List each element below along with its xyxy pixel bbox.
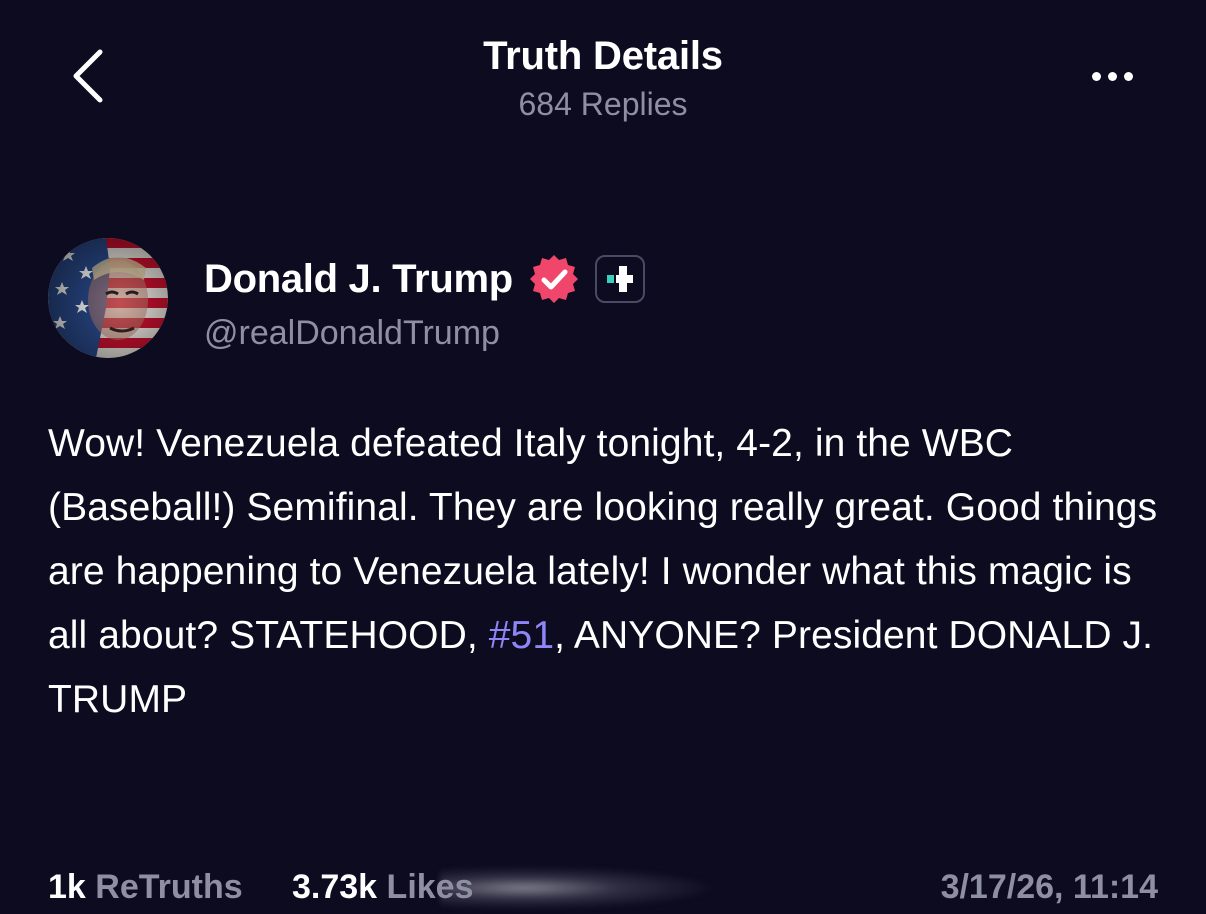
likes-stat[interactable]: 3.73k Likes bbox=[292, 862, 474, 912]
page-title: Truth Details bbox=[483, 34, 723, 78]
header-titles: Truth Details 684 Replies bbox=[0, 32, 1206, 126]
retruths-label: ReTruths bbox=[95, 868, 243, 906]
likes-label: Likes bbox=[386, 868, 474, 906]
retruths-count: 1k bbox=[48, 868, 86, 906]
plus-subscription-icon bbox=[606, 266, 633, 292]
hashtag-link[interactable]: #51 bbox=[489, 614, 554, 657]
post-timestamp: 3/17/26, 11:14 bbox=[940, 868, 1158, 906]
more-horizontal-icon bbox=[1107, 71, 1117, 81]
more-horizontal-icon bbox=[1091, 71, 1101, 81]
more-horizontal-icon bbox=[1123, 71, 1133, 81]
post-text: Wow! Venezuela defeated Italy tonight, 4… bbox=[48, 412, 1158, 732]
retruths-stat[interactable]: 1k ReTruths bbox=[48, 862, 243, 912]
likes-count: 3.73k bbox=[292, 868, 378, 906]
author-handle[interactable]: @realDonaldTrump bbox=[204, 314, 500, 353]
avatar[interactable] bbox=[48, 238, 168, 358]
more-options-button[interactable] bbox=[1082, 62, 1142, 90]
post-author: Donald J. Trump @realDonaldTrump bbox=[48, 236, 1158, 360]
display-name[interactable]: Donald J. Trump bbox=[204, 257, 513, 302]
display-name-row: Donald J. Trump bbox=[204, 252, 645, 306]
plus-subscription-badge[interactable] bbox=[594, 255, 645, 303]
replies-count[interactable]: 684 Replies bbox=[0, 82, 1206, 126]
post-stats: 1k ReTruths 3.73k Likes 3/17/26, 11:14 bbox=[48, 862, 1158, 912]
truth-details-screen: Truth Details 684 Replies Donald J. Trum… bbox=[0, 0, 1206, 914]
verified-badge-icon bbox=[529, 255, 578, 303]
avatar-image bbox=[48, 238, 168, 358]
top-nav-bar: Truth Details 684 Replies bbox=[0, 0, 1206, 140]
